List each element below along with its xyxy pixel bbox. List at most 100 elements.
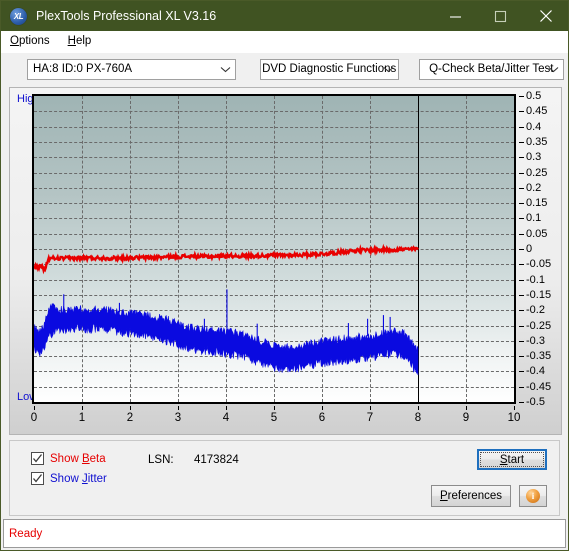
status-bar: Ready <box>3 519 566 548</box>
show-jitter-checkbox[interactable] <box>31 472 44 485</box>
y-tick-label: -0.5 <box>526 396 545 408</box>
beta-curve <box>34 243 419 275</box>
y-tick-label: 0.4 <box>526 120 542 133</box>
y-tick-mark <box>519 218 524 220</box>
app-icon: XL <box>10 7 27 25</box>
y-tick-label: -0.15 <box>526 288 552 301</box>
y-tick-mark <box>519 187 524 189</box>
lsn-label: LSN: <box>148 454 174 466</box>
y-tick-mark <box>519 203 524 205</box>
window-title: PlexTools Professional XL V3.16 <box>36 9 217 23</box>
x-tick-mark <box>82 406 83 410</box>
drive-select-value: HA:8 ID:0 PX-760A <box>33 63 133 75</box>
maximize-icon[interactable] <box>478 1 523 31</box>
y-tick-mark <box>519 172 524 174</box>
y-tick-mark <box>519 402 524 403</box>
x-tick-mark <box>514 406 515 410</box>
x-tick-label: 0 <box>30 412 38 424</box>
y-tick-mark <box>519 141 524 143</box>
drive-select[interactable]: HA:8 ID:0 PX-760A <box>27 58 236 80</box>
x-tick-label: 9 <box>462 412 470 424</box>
x-tick-label: 7 <box>366 412 374 424</box>
x-tick-mark <box>274 406 275 410</box>
y-tick-label: 0.25 <box>526 166 548 179</box>
x-tick-mark <box>226 406 227 410</box>
close-icon[interactable] <box>523 1 568 31</box>
y-tick-mark <box>519 264 524 266</box>
show-beta-checkbox[interactable] <box>31 452 44 465</box>
y-tick-label: 0.2 <box>526 181 542 194</box>
preferences-button-label: Preferences <box>439 490 502 502</box>
function-select[interactable]: DVD Diagnostic Functions <box>259 58 399 80</box>
plot-area <box>32 94 516 404</box>
show-beta-label: Show Beta <box>50 452 106 465</box>
y-tick-label: 0 <box>526 243 533 255</box>
status-text: Ready <box>9 527 43 540</box>
menu-item-help[interactable]: Help <box>59 31 101 52</box>
y-tick-mark <box>519 325 524 327</box>
window-controls <box>433 1 568 31</box>
y-tick-mark <box>519 279 524 281</box>
lsn-value: 4173824 <box>194 454 239 466</box>
x-tick-mark <box>322 406 323 410</box>
y-tick-label: -0.2 <box>526 304 545 317</box>
show-jitter-row[interactable]: Show Jitter <box>31 472 107 485</box>
start-button[interactable]: Start <box>477 449 547 470</box>
chevron-down-icon[interactable] <box>217 60 234 79</box>
y-tick-label: 0.35 <box>526 135 548 148</box>
y-tick-label: 0.5 <box>526 90 542 102</box>
show-jitter-label: Show Jitter <box>50 472 107 485</box>
y-tick-label: -0.25 <box>526 319 552 332</box>
x-tick-label: 2 <box>126 412 134 424</box>
info-icon: i <box>526 489 540 503</box>
y-tick-label: 0.3 <box>526 151 542 164</box>
y-tick-mark <box>519 249 524 250</box>
minimize-icon[interactable] <box>433 1 478 31</box>
y-tick-mark <box>519 96 524 97</box>
y-axis: 0.5 0.45 0.4 0.35 0.3 0.25 0.2 0.15 0.1 0.05 0 -0.0… <box>519 88 563 410</box>
y-tick-mark <box>519 126 524 128</box>
chevron-down-icon[interactable] <box>545 60 562 79</box>
y-tick-label: -0.1 <box>526 273 545 286</box>
start-button-label: Start <box>480 452 544 467</box>
y-tick-label: 0.15 <box>526 197 548 210</box>
y-tick-mark <box>519 310 524 312</box>
y-tick-mark <box>519 371 524 373</box>
menu-bar: Options Help <box>1 31 568 53</box>
plextools-window: XL PlexTools Professional XL V3.16 Optio… <box>0 0 569 551</box>
y-tick-label: 0.05 <box>526 227 548 240</box>
x-tick-mark <box>130 406 131 410</box>
chart-frame: High Low 0.5 0.45 0.4 0.35 0.3 0.25 0.2 0.15 0.1… <box>9 87 562 435</box>
test-select[interactable]: Q-Check Beta/Jitter Test <box>418 58 565 80</box>
chevron-down-icon[interactable] <box>380 60 397 79</box>
x-tick-mark <box>34 406 35 410</box>
info-button[interactable]: i <box>519 485 547 507</box>
preferences-button[interactable]: Preferences <box>431 485 511 507</box>
x-tick-label: 1 <box>78 412 86 424</box>
y-tick-mark <box>519 340 524 342</box>
y-tick-label: -0.45 <box>526 380 552 393</box>
y-tick-label: -0.4 <box>526 365 545 378</box>
x-tick-label: 4 <box>222 412 230 424</box>
x-tick-label: 8 <box>414 412 422 424</box>
x-tick-label: 3 <box>174 412 182 424</box>
y-tick-mark <box>519 294 524 296</box>
y-tick-label: -0.05 <box>526 258 552 271</box>
show-beta-row[interactable]: Show Beta <box>31 452 106 465</box>
y-tick-label: 0.1 <box>526 212 542 225</box>
y-tick-mark <box>519 386 524 388</box>
selector-toolbar: HA:8 ID:0 PX-760A DVD Diagnostic Functio… <box>1 53 568 85</box>
chart-panel: High Low 0.5 0.45 0.4 0.35 0.3 0.25 0.2 0.15 0.1… <box>1 85 568 440</box>
x-tick-mark <box>178 406 179 410</box>
y-tick-mark <box>519 356 524 358</box>
controls-group: Show Beta Show Jitter LSN: 4173824 Start… <box>9 440 560 516</box>
y-tick-mark <box>519 157 524 159</box>
y-tick-label: -0.3 <box>526 334 545 347</box>
x-tick-mark <box>466 406 467 410</box>
function-select-value: DVD Diagnostic Functions <box>262 63 397 75</box>
test-select-value: Q-Check Beta/Jitter Test <box>429 63 554 75</box>
menu-item-options[interactable]: Options <box>1 31 59 52</box>
y-tick-label: -0.35 <box>526 350 552 363</box>
y-tick-mark <box>519 111 524 113</box>
x-tick-label: 6 <box>318 412 326 424</box>
